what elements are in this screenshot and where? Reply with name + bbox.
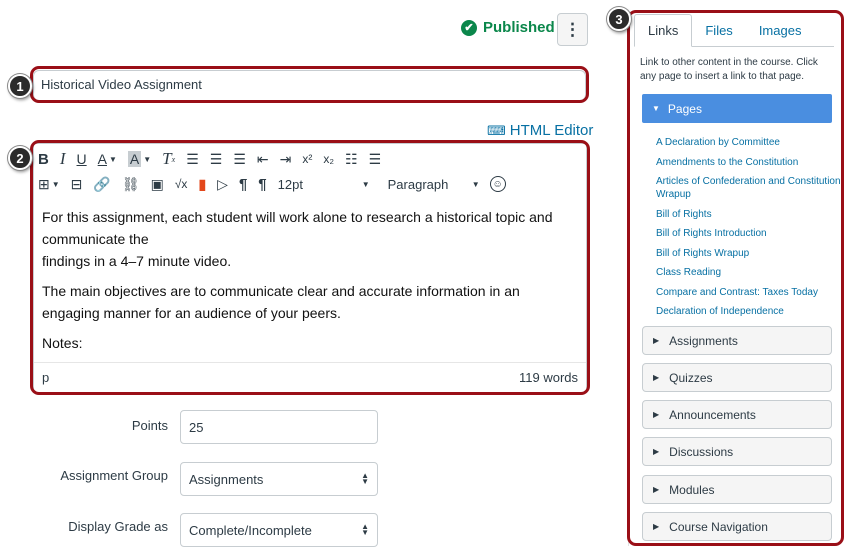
caret-right-icon: ▶: [653, 336, 660, 345]
page-link[interactable]: Bill of Rights Introduction: [656, 227, 841, 240]
check-icon: ✔: [461, 19, 477, 36]
published-label: Published: [483, 19, 555, 36]
editor-paragraph: The main objectives are to communicate c…: [42, 283, 520, 321]
caret-right-icon: ▶: [653, 447, 660, 456]
html-editor-link[interactable]: ⌨ HTML Editor: [487, 122, 593, 139]
table-icon: ⊞: [38, 175, 50, 192]
editor-paragraph: Notes:: [42, 335, 83, 351]
element-path[interactable]: p: [42, 370, 49, 385]
table-button[interactable]: ⊞ ▼: [38, 173, 60, 195]
toolbar-row-1: B I U A ▼ A ▼ Tx ☰ ☰ ☰ ⇤ ⇥ x² x₂ ☷ ☰: [38, 147, 392, 171]
image-icon[interactable]: ▣: [151, 173, 164, 195]
page-link[interactable]: Amendments to the Constitution: [656, 156, 841, 169]
link-icon[interactable]: 🔗: [93, 173, 110, 195]
superscript-button[interactable]: x²: [302, 148, 312, 170]
page-link[interactable]: Compare and Contrast: Taxes Today: [656, 286, 841, 299]
sidebar-tabs: Links Files Images: [634, 14, 834, 47]
block-format-select[interactable]: Paragraph ▼: [388, 173, 480, 195]
chevron-down-icon: ▼: [51, 179, 60, 189]
editor-statusbar: p 119 words: [34, 362, 586, 392]
more-options-button[interactable]: ⋮: [557, 13, 588, 46]
chevron-down-icon: ▼: [143, 154, 152, 164]
accessibility-checker-icon[interactable]: ☺: [489, 176, 506, 192]
chevron-down-icon: ▼: [471, 179, 480, 189]
video-embed-icon[interactable]: ▷: [217, 173, 228, 195]
course-navigation-section[interactable]: ▶ Course Navigation: [642, 512, 832, 541]
align-right-icon[interactable]: ☰: [233, 148, 246, 170]
chevron-down-icon: ▼: [108, 154, 117, 164]
display-grade-select[interactable]: Complete/Incomplete ▲ ▼: [180, 513, 378, 547]
toolbar-row-2: ⊞ ▼ ⊟ 🔗 ⛓ ▣ √x ▮ ▷ ¶ ¶ 12pt ▼ Paragraph ▼ ☺: [38, 172, 506, 196]
content-sidebar: Links Files Images Link to other content…: [628, 11, 843, 546]
sidebar-description: Link to other content in the course. Cli…: [640, 57, 818, 82]
media-icon[interactable]: ⊟: [71, 173, 83, 195]
quizzes-section[interactable]: ▶ Quizzes: [642, 363, 832, 392]
editor-paragraph: For this assignment, each student will w…: [42, 209, 553, 269]
text-color-button[interactable]: A ▼: [98, 148, 117, 170]
select-arrows-icon: ▲ ▼: [361, 471, 369, 486]
tab-images[interactable]: Images: [746, 14, 815, 47]
subscript-button[interactable]: x₂: [323, 148, 334, 170]
callout-3: 3: [607, 7, 631, 31]
office-icon[interactable]: ▮: [198, 173, 206, 195]
page-link[interactable]: Bill of Rights: [656, 208, 841, 221]
align-left-icon[interactable]: ☰: [186, 148, 199, 170]
html-editor-label: HTML Editor: [509, 122, 594, 139]
published-status[interactable]: ✔ Published: [461, 19, 555, 36]
page-link[interactable]: Class Reading: [656, 266, 841, 279]
assignment-group-select[interactable]: Assignments ▲ ▼: [180, 462, 378, 496]
points-label: Points: [131, 418, 168, 433]
caret-right-icon: ▶: [653, 410, 660, 419]
word-count: 119 words: [518, 370, 578, 385]
callout-1: 1: [8, 74, 32, 98]
pages-section-header[interactable]: ▼ Pages: [642, 94, 832, 123]
page-link[interactable]: Bill of Rights Wrapup: [656, 247, 841, 260]
background-color-button[interactable]: A ▼: [127, 148, 152, 170]
rich-content-editor[interactable]: B I U A ▼ A ▼ Tx ☰ ☰ ☰ ⇤ ⇥ x² x₂ ☷ ☰ ⊞ ▼ ⊟ …: [33, 143, 587, 393]
page-link[interactable]: Articles of Confederation and Constituti…: [656, 175, 841, 201]
rtl-button[interactable]: ¶: [258, 173, 266, 195]
caret-right-icon: ▶: [653, 373, 660, 382]
unlink-icon[interactable]: ⛓: [122, 173, 140, 195]
assignment-group-label: Assignment Group: [60, 468, 168, 483]
discussions-section[interactable]: ▶ Discussions: [642, 437, 832, 466]
page-link[interactable]: Declaration of Independence: [656, 305, 841, 318]
tab-files[interactable]: Files: [692, 14, 745, 47]
select-arrows-icon: ▲ ▼: [361, 522, 369, 537]
indent-icon[interactable]: ⇥: [280, 148, 292, 170]
announcements-section[interactable]: ▶ Announcements: [642, 400, 832, 429]
editor-content[interactable]: For this assignment, each student will w…: [42, 206, 578, 362]
callout-2: 2: [8, 146, 32, 170]
kebab-icon: ⋮: [564, 19, 581, 39]
caret-down-icon: ▼: [652, 104, 660, 113]
points-input[interactable]: 25: [180, 410, 378, 444]
ltr-button[interactable]: ¶: [239, 173, 247, 195]
assignments-section[interactable]: ▶ Assignments: [642, 326, 832, 355]
assignment-title-input[interactable]: Historical Video Assignment: [33, 70, 586, 101]
bullet-list-icon[interactable]: ☷: [345, 148, 358, 170]
display-grade-label: Display Grade as: [68, 519, 168, 534]
caret-right-icon: ▶: [653, 485, 660, 494]
keyboard-icon: ⌨: [487, 122, 506, 138]
tab-links[interactable]: Links: [634, 14, 693, 47]
font-size-select[interactable]: 12pt ▼: [278, 173, 370, 195]
outdent-icon[interactable]: ⇤: [257, 148, 269, 170]
caret-right-icon: ▶: [653, 522, 660, 531]
bold-button[interactable]: B: [38, 148, 49, 170]
underline-button[interactable]: U: [77, 148, 87, 170]
pages-list: A Declaration by Committee Amendments to…: [656, 136, 841, 325]
page-link[interactable]: A Declaration by Committee: [656, 136, 841, 149]
numbered-list-icon[interactable]: ☰: [369, 148, 382, 170]
align-center-icon[interactable]: ☰: [210, 148, 223, 170]
italic-button[interactable]: I: [60, 148, 66, 170]
chevron-down-icon: ▼: [361, 179, 370, 189]
math-equation-button[interactable]: √x: [175, 173, 188, 195]
clear-formatting-button[interactable]: Tx: [162, 148, 175, 170]
modules-section[interactable]: ▶ Modules: [642, 475, 832, 504]
